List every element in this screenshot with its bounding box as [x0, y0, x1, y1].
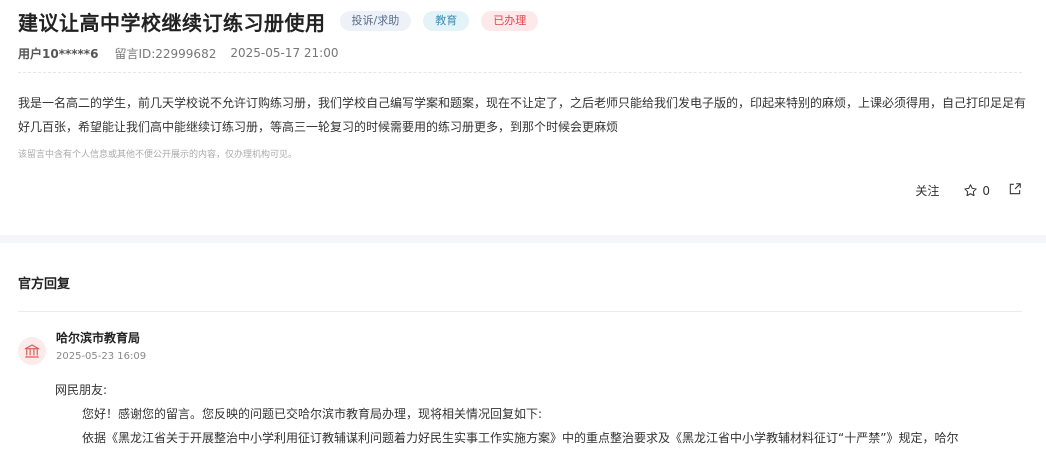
reply-card: 官方回复 哈尔滨市教育局 2025-05-23 16:09 网民朋友: 您好！感…: [0, 243, 1046, 454]
type-tag: 投诉/求助: [339, 11, 412, 31]
message-body: 我是一名高二的学生，前几天学校说不允许订购练习册，我们学校自己编写学案和题案，现…: [18, 96, 1027, 134]
status-badge: 已办理: [481, 11, 539, 31]
category-tag: 教育: [423, 11, 470, 31]
reply-section-title: 官方回复: [18, 277, 71, 292]
message-card: 建议让高中学校继续订练习册使用 投诉/求助 教育 已办理 用户10*****6 …: [0, 0, 1046, 235]
share-button[interactable]: [1008, 182, 1022, 199]
page-title: 建议让高中学校继续订练习册使用: [18, 10, 326, 35]
message-meta: 用户10*****6 留言ID:22999682 2025-05-17 21:0…: [18, 45, 1022, 61]
action-bar: 关注 0: [915, 182, 1022, 199]
message-id: 留言ID:22999682: [114, 46, 217, 61]
government-building-icon: [18, 337, 46, 365]
share-icon: [1009, 183, 1021, 195]
message-datetime: 2025-05-17 21:00: [230, 46, 339, 60]
user-name: 用户10*****6: [18, 46, 99, 61]
reply-content: 网民朋友: 您好！感谢您的留言。您反映的问题已交哈尔滨市教育局办理，现将相关情况…: [55, 378, 1022, 450]
star-button[interactable]: 0: [963, 183, 990, 198]
privacy-note: 该留言中含有个人信息或其他不便公开展示的内容，仅办理机构可见。: [18, 150, 298, 160]
reply-paragraph: 您好！感谢您的留言。您反映的问题已交哈尔滨市教育局办理，现将相关情况回复如下:: [82, 407, 543, 421]
reply-org: 哈尔滨市教育局 2025-05-23 16:09: [18, 329, 1022, 365]
star-icon: [964, 184, 978, 197]
follow-button[interactable]: 关注: [915, 182, 939, 199]
org-date: 2025-05-23 16:09: [56, 351, 147, 362]
star-count: 0: [982, 183, 990, 198]
org-name: 哈尔滨市教育局: [56, 331, 141, 345]
title-row: 建议让高中学校继续订练习册使用 投诉/求助 教育 已办理: [18, 10, 1022, 35]
divider: [18, 311, 1022, 312]
reply-greeting: 网民朋友:: [55, 383, 108, 397]
reply-paragraph: 依据《黑龙江省关于开展整治中小学利用征订教辅谋利问题着力好民生实事工作实施方案》…: [82, 431, 959, 445]
divider: [18, 72, 1022, 73]
